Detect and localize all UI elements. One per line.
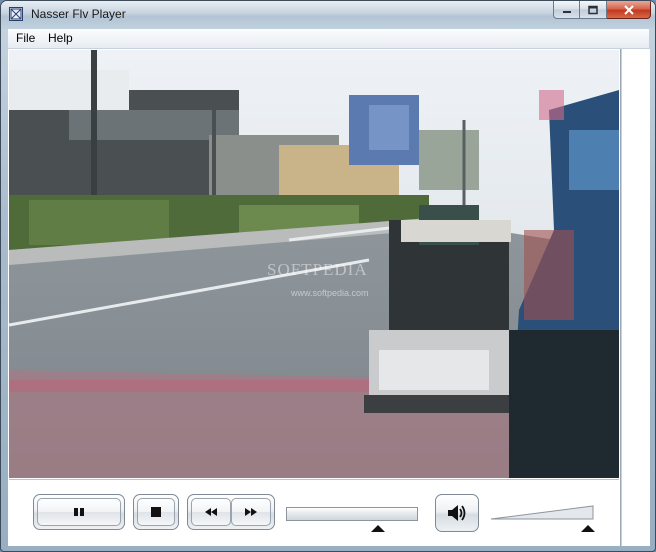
rewind-icon xyxy=(205,508,217,516)
seek-buttons-pill xyxy=(187,494,275,530)
close-icon xyxy=(623,4,634,15)
mute-button[interactable] xyxy=(435,494,479,532)
pause-button[interactable] xyxy=(37,498,121,526)
stop-button[interactable] xyxy=(137,498,175,526)
title-bar[interactable]: Nasser Flv Player xyxy=(1,1,655,29)
seek-bar[interactable] xyxy=(286,507,418,521)
forward-button[interactable] xyxy=(231,498,271,526)
playback-controls xyxy=(9,479,619,546)
volume-thumb[interactable] xyxy=(580,525,595,532)
app-grid-icon xyxy=(9,7,23,21)
seek-thumb[interactable] xyxy=(371,525,386,532)
close-button[interactable] xyxy=(607,1,651,19)
caption-buttons xyxy=(553,1,651,20)
video-display[interactable]: SOFTPEDIA www.softpedia.com xyxy=(9,50,619,478)
video-watermark-url: www.softpedia.com xyxy=(291,288,369,298)
side-strip xyxy=(621,49,650,546)
fast-forward-icon xyxy=(245,508,257,516)
minimize-button[interactable] xyxy=(553,1,580,19)
volume-slider[interactable] xyxy=(489,504,595,520)
pause-icon xyxy=(74,508,84,516)
menu-file[interactable]: File xyxy=(13,31,38,45)
video-watermark: SOFTPEDIA xyxy=(267,260,368,279)
app-window: Nasser Flv Player File Help SOFTPEDIA ww… xyxy=(0,0,656,552)
rewind-button[interactable] xyxy=(191,498,231,526)
maximize-button[interactable] xyxy=(580,1,607,19)
window-title: Nasser Flv Player xyxy=(31,7,126,21)
pause-pill xyxy=(33,494,125,530)
speaker-icon xyxy=(448,505,466,521)
stop-pill xyxy=(133,494,179,530)
menu-help[interactable]: Help xyxy=(45,31,76,45)
menu-bar: File Help xyxy=(8,29,649,49)
minimize-icon xyxy=(562,10,571,13)
stop-icon xyxy=(151,507,161,517)
maximize-icon xyxy=(588,5,598,14)
